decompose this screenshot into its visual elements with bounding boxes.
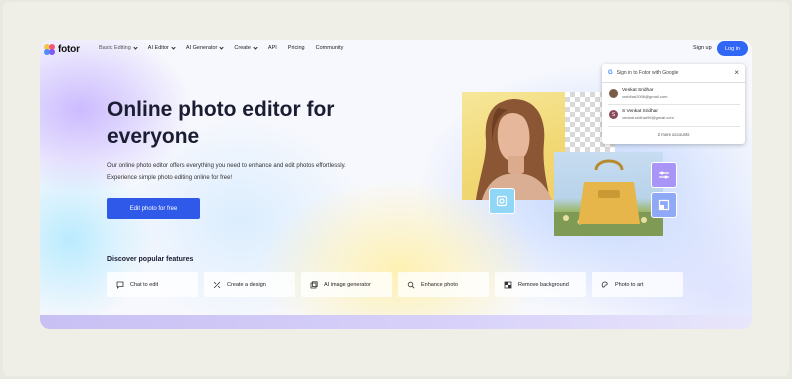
chevron-down-icon — [219, 44, 225, 50]
nav-item-label: API — [267, 45, 277, 51]
account-details: Venkat Sridhar vsridhar2006@gmail.com — [622, 88, 667, 99]
image-enhance-tool-icon[interactable] — [489, 188, 515, 214]
feature-create-design[interactable]: Create a design — [204, 272, 295, 297]
divider — [608, 104, 740, 105]
google-icon: G — [608, 70, 613, 76]
hero-subtext-line: Experience simple photo editing online f… — [107, 175, 233, 181]
divider — [602, 82, 745, 83]
portrait-image — [462, 92, 565, 200]
enhance-icon — [407, 281, 415, 289]
chat-icon — [116, 281, 124, 289]
features-heading: Discover popular features — [107, 256, 194, 263]
nav-item-label: Create — [234, 45, 251, 51]
signup-link[interactable]: Sign up — [693, 45, 712, 51]
avatar: S — [609, 110, 618, 119]
feature-label: Remove background — [518, 281, 569, 288]
top-nav: fotor Basic Editing AI Editor AI Generat… — [40, 40, 752, 58]
google-popup-title: Sign in to Fotor with Google — [616, 70, 679, 76]
handbag-image — [554, 152, 663, 236]
adjust-sliders-icon[interactable] — [651, 162, 677, 188]
divider — [608, 126, 740, 127]
account-email: venkat.sridhar96@gmail.com — [622, 115, 674, 120]
edit-photo-button[interactable]: Edit photo for free — [107, 198, 200, 219]
nav-item-label: Pricing — [287, 45, 305, 51]
art-icon — [601, 281, 609, 289]
nav-item-label: AI Generator — [185, 45, 218, 51]
fotor-logo-mark-icon — [44, 43, 55, 55]
feature-label: Enhance photo — [421, 281, 459, 288]
more-accounts-link[interactable]: 2 more accounts — [602, 132, 745, 137]
nav-item-create[interactable]: Create — [234, 44, 258, 51]
hero-subtext-line: Our online photo editor offers everythin… — [107, 163, 346, 169]
chevron-down-icon — [171, 44, 176, 50]
login-button[interactable]: Log in — [717, 41, 748, 56]
nav-item-label: Community — [315, 45, 344, 51]
nav-item-label: AI Editor — [147, 45, 169, 51]
feature-ai-image-generator[interactable]: AI image generator — [301, 272, 392, 297]
hero-headline: Online photo editor for everyone — [107, 98, 335, 148]
nav-item-label: Basic Editing — [99, 45, 131, 51]
avatar — [609, 89, 618, 98]
close-icon[interactable]: × — [734, 68, 739, 77]
hero-subtext: Our online photo editor offers everythin… — [107, 160, 407, 184]
nav-item-ai-generator[interactable]: AI Generator — [185, 44, 225, 51]
feature-photo-to-art[interactable]: Photo to art — [592, 272, 683, 297]
feature-label: Photo to art — [615, 281, 644, 288]
google-account-option[interactable]: Venkat Sridhar vsridhar2006@gmail.com — [609, 88, 667, 99]
account-email: vsridhar2006@gmail.com — [622, 94, 668, 99]
features-list: Chat to edit Create a design AI image ge… — [107, 272, 683, 297]
account-details: S Venkat Sridhar venkat.sridhar96@gmail.… — [622, 109, 674, 120]
design-icon — [213, 281, 221, 289]
chevron-down-icon — [133, 44, 138, 50]
feature-remove-background[interactable]: Remove background — [495, 272, 586, 297]
feature-label: Create a design — [227, 281, 266, 288]
nav-item-community[interactable]: Community — [316, 45, 344, 51]
feature-label: AI image generator — [324, 281, 371, 288]
nav-item-ai-editor[interactable]: AI Editor — [147, 44, 176, 51]
ai-image-icon — [310, 280, 318, 289]
resize-crop-icon[interactable] — [651, 192, 677, 218]
chevron-down-icon — [253, 44, 258, 50]
feature-label: Chat to edit — [130, 281, 159, 288]
nav-menu: Basic Editing AI Editor AI Generator Cre… — [99, 44, 354, 51]
bottom-gradient-strip — [40, 315, 752, 329]
fotor-logo[interactable]: fotor — [44, 43, 80, 55]
google-account-option[interactable]: S S Venkat Sridhar venkat.sridhar96@gmai… — [609, 109, 674, 120]
google-popup-header: G Sign in to Fotor with Google — [608, 70, 678, 76]
browser-viewport: fotor Basic Editing AI Editor AI Generat… — [40, 40, 752, 329]
remove-bg-icon — [504, 281, 512, 289]
feature-enhance-photo[interactable]: Enhance photo — [398, 272, 489, 297]
nav-item-pricing[interactable]: Pricing — [288, 45, 305, 51]
nav-item-api[interactable]: API — [268, 45, 277, 51]
google-signin-popup: G Sign in to Fotor with Google × Venkat … — [602, 64, 745, 144]
logo-text: fotor — [58, 43, 80, 55]
nav-item-basic-editing[interactable]: Basic Editing — [99, 44, 138, 51]
feature-chat-to-edit[interactable]: Chat to edit — [107, 272, 198, 297]
